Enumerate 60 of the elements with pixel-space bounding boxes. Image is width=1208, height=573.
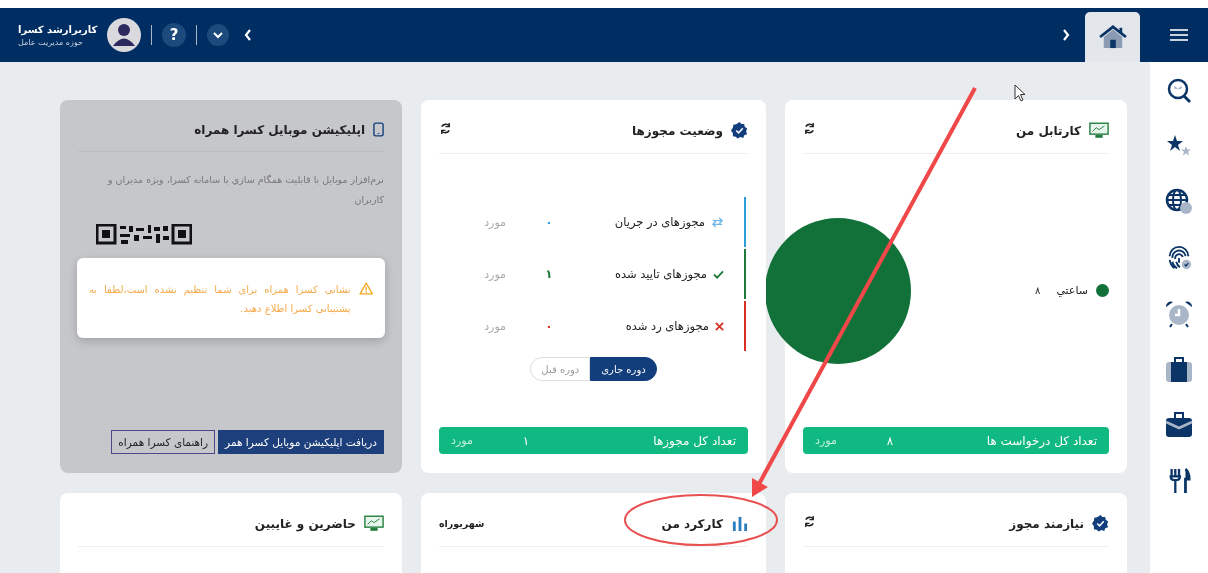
permit-status-label: مجوزهای تایید شده bbox=[614, 267, 707, 281]
dropdown-icon[interactable] bbox=[207, 24, 230, 46]
legend-label: ساعتي bbox=[1056, 284, 1088, 297]
qr-code-icon bbox=[96, 224, 192, 246]
help-button[interactable]: ? bbox=[162, 23, 187, 47]
menu-icon[interactable] bbox=[1170, 28, 1188, 42]
permit-count: ۰ bbox=[544, 319, 554, 333]
permit-status-label: مجوزهای در جریان bbox=[614, 215, 705, 229]
permit-count: ۰ bbox=[544, 215, 554, 229]
permit-unit: مورد bbox=[484, 215, 506, 229]
permit-unit: مورد bbox=[484, 319, 506, 333]
refresh-icon[interactable] bbox=[803, 515, 816, 528]
clipboard-icon[interactable] bbox=[1165, 357, 1193, 383]
avatar-icon[interactable] bbox=[107, 18, 142, 52]
monitor-chart-icon bbox=[1089, 122, 1109, 139]
total-count: ۱ bbox=[522, 433, 530, 448]
total-count: ۸ bbox=[886, 433, 894, 448]
permit-unit: مورد bbox=[484, 267, 506, 281]
total-unit: مورد bbox=[451, 434, 473, 447]
guide-button[interactable]: راهنمای کسرا همراه bbox=[111, 430, 216, 454]
chevron-right-icon[interactable] bbox=[1061, 28, 1071, 42]
home-icon bbox=[1097, 25, 1128, 49]
total-unit: مورد bbox=[815, 434, 837, 447]
globe-gear-icon[interactable] bbox=[1165, 188, 1193, 216]
search-icon[interactable] bbox=[1166, 78, 1192, 104]
card-title: نیازمند مجوز bbox=[1009, 516, 1084, 531]
refresh-icon[interactable] bbox=[803, 122, 816, 135]
check-icon bbox=[713, 269, 724, 279]
warning-icon bbox=[358, 280, 373, 297]
briefcase-icon[interactable] bbox=[1165, 412, 1193, 438]
exchange-arrows-icon bbox=[711, 216, 724, 228]
card-title: کارتابل من bbox=[1015, 123, 1081, 138]
cutlery-icon[interactable] bbox=[1167, 467, 1191, 495]
refresh-icon[interactable] bbox=[439, 122, 452, 135]
period-label: شهریوراه bbox=[439, 518, 485, 529]
permit-count: ۱ bbox=[544, 267, 554, 281]
bar-chart-icon bbox=[731, 515, 748, 532]
user-name: کاربرارشد کسرا bbox=[18, 23, 98, 35]
card-title: حاضرین و غایبین bbox=[254, 516, 356, 531]
legend-value: ۸ bbox=[1035, 285, 1041, 296]
card-title: کارکرد من bbox=[661, 516, 723, 531]
total-label: تعداد کل درخواست ها bbox=[985, 433, 1097, 448]
phone-icon bbox=[373, 122, 384, 137]
user-role: حوزه مدیریت عامل bbox=[18, 37, 83, 47]
card-title: اپلیکیشن موبایل کسرا همراه bbox=[194, 122, 365, 137]
alarm-clock-icon[interactable] bbox=[1165, 300, 1193, 328]
card-title: وضعیت مجوزها bbox=[632, 123, 723, 138]
period-tab[interactable]: دوره جاری bbox=[590, 357, 657, 381]
verified-badge-icon bbox=[731, 122, 748, 139]
monitor-chart-icon bbox=[364, 515, 384, 532]
verified-badge-icon bbox=[1092, 515, 1109, 532]
cross-icon bbox=[715, 321, 724, 331]
download-app-button[interactable]: دریافت اپلیکیشن موبایل کسرا همر bbox=[218, 430, 384, 454]
app-description: نرم‌افزار موبایل با قابلیت همگام سازی با سامانه کسرا، ویژه مدیران و کاربران bbox=[106, 173, 384, 207]
total-label: تعداد کل مجوزها bbox=[652, 433, 736, 448]
warning-message: نشانی کسرا همراه برای شما تنظیم نشده است،لطفا به پشتیبانی کسرا اطلاع دهید. bbox=[89, 283, 351, 317]
permit-status-label: مجوزهای رد شده bbox=[625, 319, 709, 333]
chevron-left-icon[interactable] bbox=[243, 28, 254, 42]
fingerprint-icon[interactable] bbox=[1166, 245, 1192, 271]
home-tab[interactable] bbox=[1085, 12, 1140, 62]
